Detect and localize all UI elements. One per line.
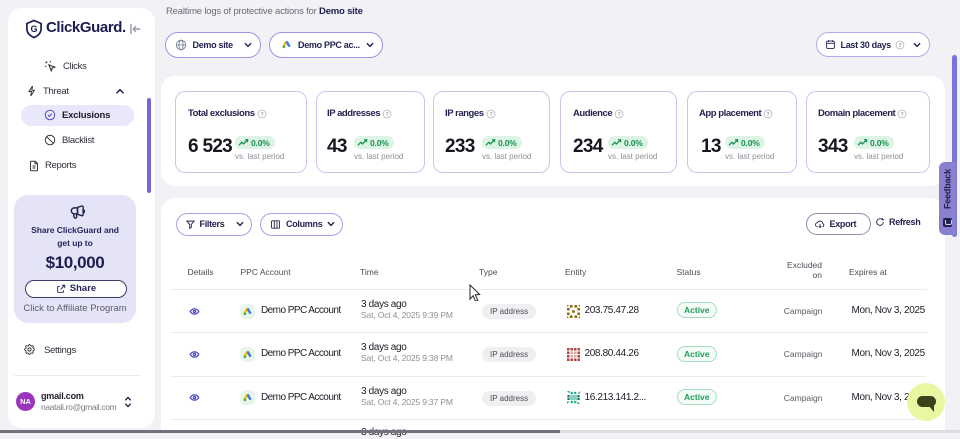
svg-text:?: ? [386,111,389,117]
svg-text:?: ? [767,111,770,117]
svg-text:?: ? [489,111,492,117]
svg-text:?: ? [899,42,902,48]
svg-text:?: ? [901,111,904,117]
svg-text:G: G [30,24,37,34]
svg-text:?: ? [260,111,263,117]
svg-text:?: ? [618,111,621,117]
